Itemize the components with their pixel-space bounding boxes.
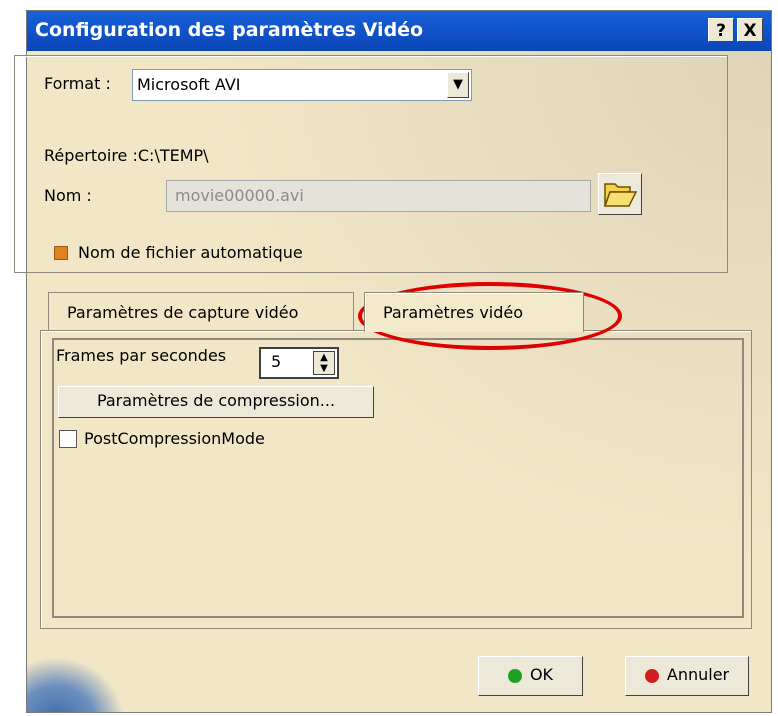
auto-filename-label: Nom de fichier automatique — [78, 243, 303, 262]
video-settings-frame — [52, 338, 744, 618]
cancel-button[interactable]: Annuler — [625, 656, 749, 696]
compression-settings-button[interactable]: Paramètres de compression... — [58, 386, 374, 418]
ok-button[interactable]: OK — [478, 656, 583, 696]
format-value: Microsoft AVI — [137, 75, 241, 94]
fps-value: 5 — [271, 352, 282, 371]
format-select[interactable]: Microsoft AVI ▼ — [132, 69, 472, 101]
fps-stepper[interactable]: 5 ▲ ▼ — [259, 347, 339, 379]
spin-arrows-icon[interactable]: ▲ ▼ — [313, 351, 335, 375]
directory-label: Répertoire :C:\TEMP\ — [44, 146, 209, 165]
browse-folder-button[interactable] — [598, 173, 642, 215]
post-compression-checkbox[interactable] — [59, 430, 77, 448]
fps-label: Frames par secondes — [56, 346, 227, 365]
auto-filename-checkbox[interactable] — [54, 246, 68, 260]
dialog-title: Configuration des paramètres Vidéo — [35, 19, 424, 41]
chevron-down-icon[interactable]: ▼ — [447, 72, 469, 98]
name-label: Nom : — [44, 186, 92, 205]
tab-capture-settings[interactable]: Paramètres de capture vidéo — [48, 292, 354, 332]
corner-decoration — [27, 657, 125, 712]
filename-field[interactable]: movie00000.avi — [166, 180, 591, 212]
format-label: Format : — [44, 74, 111, 93]
post-compression-label: PostCompressionMode — [84, 429, 265, 448]
folder-open-icon — [603, 183, 638, 207]
green-dot-icon — [507, 668, 522, 683]
tab-video-label: Paramètres vidéo — [383, 303, 524, 322]
cancel-label: Annuler — [666, 665, 730, 684]
red-dot-icon — [644, 668, 659, 683]
title-bar: Configuration des paramètres Vidéo ? X — [27, 11, 771, 51]
ok-label: OK — [529, 665, 554, 684]
tab-video-settings[interactable]: Paramètres vidéo — [364, 292, 584, 332]
help-button[interactable]: ? — [708, 18, 734, 42]
tab-capture-label: Paramètres de capture vidéo — [67, 303, 299, 322]
close-button[interactable]: X — [737, 18, 763, 42]
